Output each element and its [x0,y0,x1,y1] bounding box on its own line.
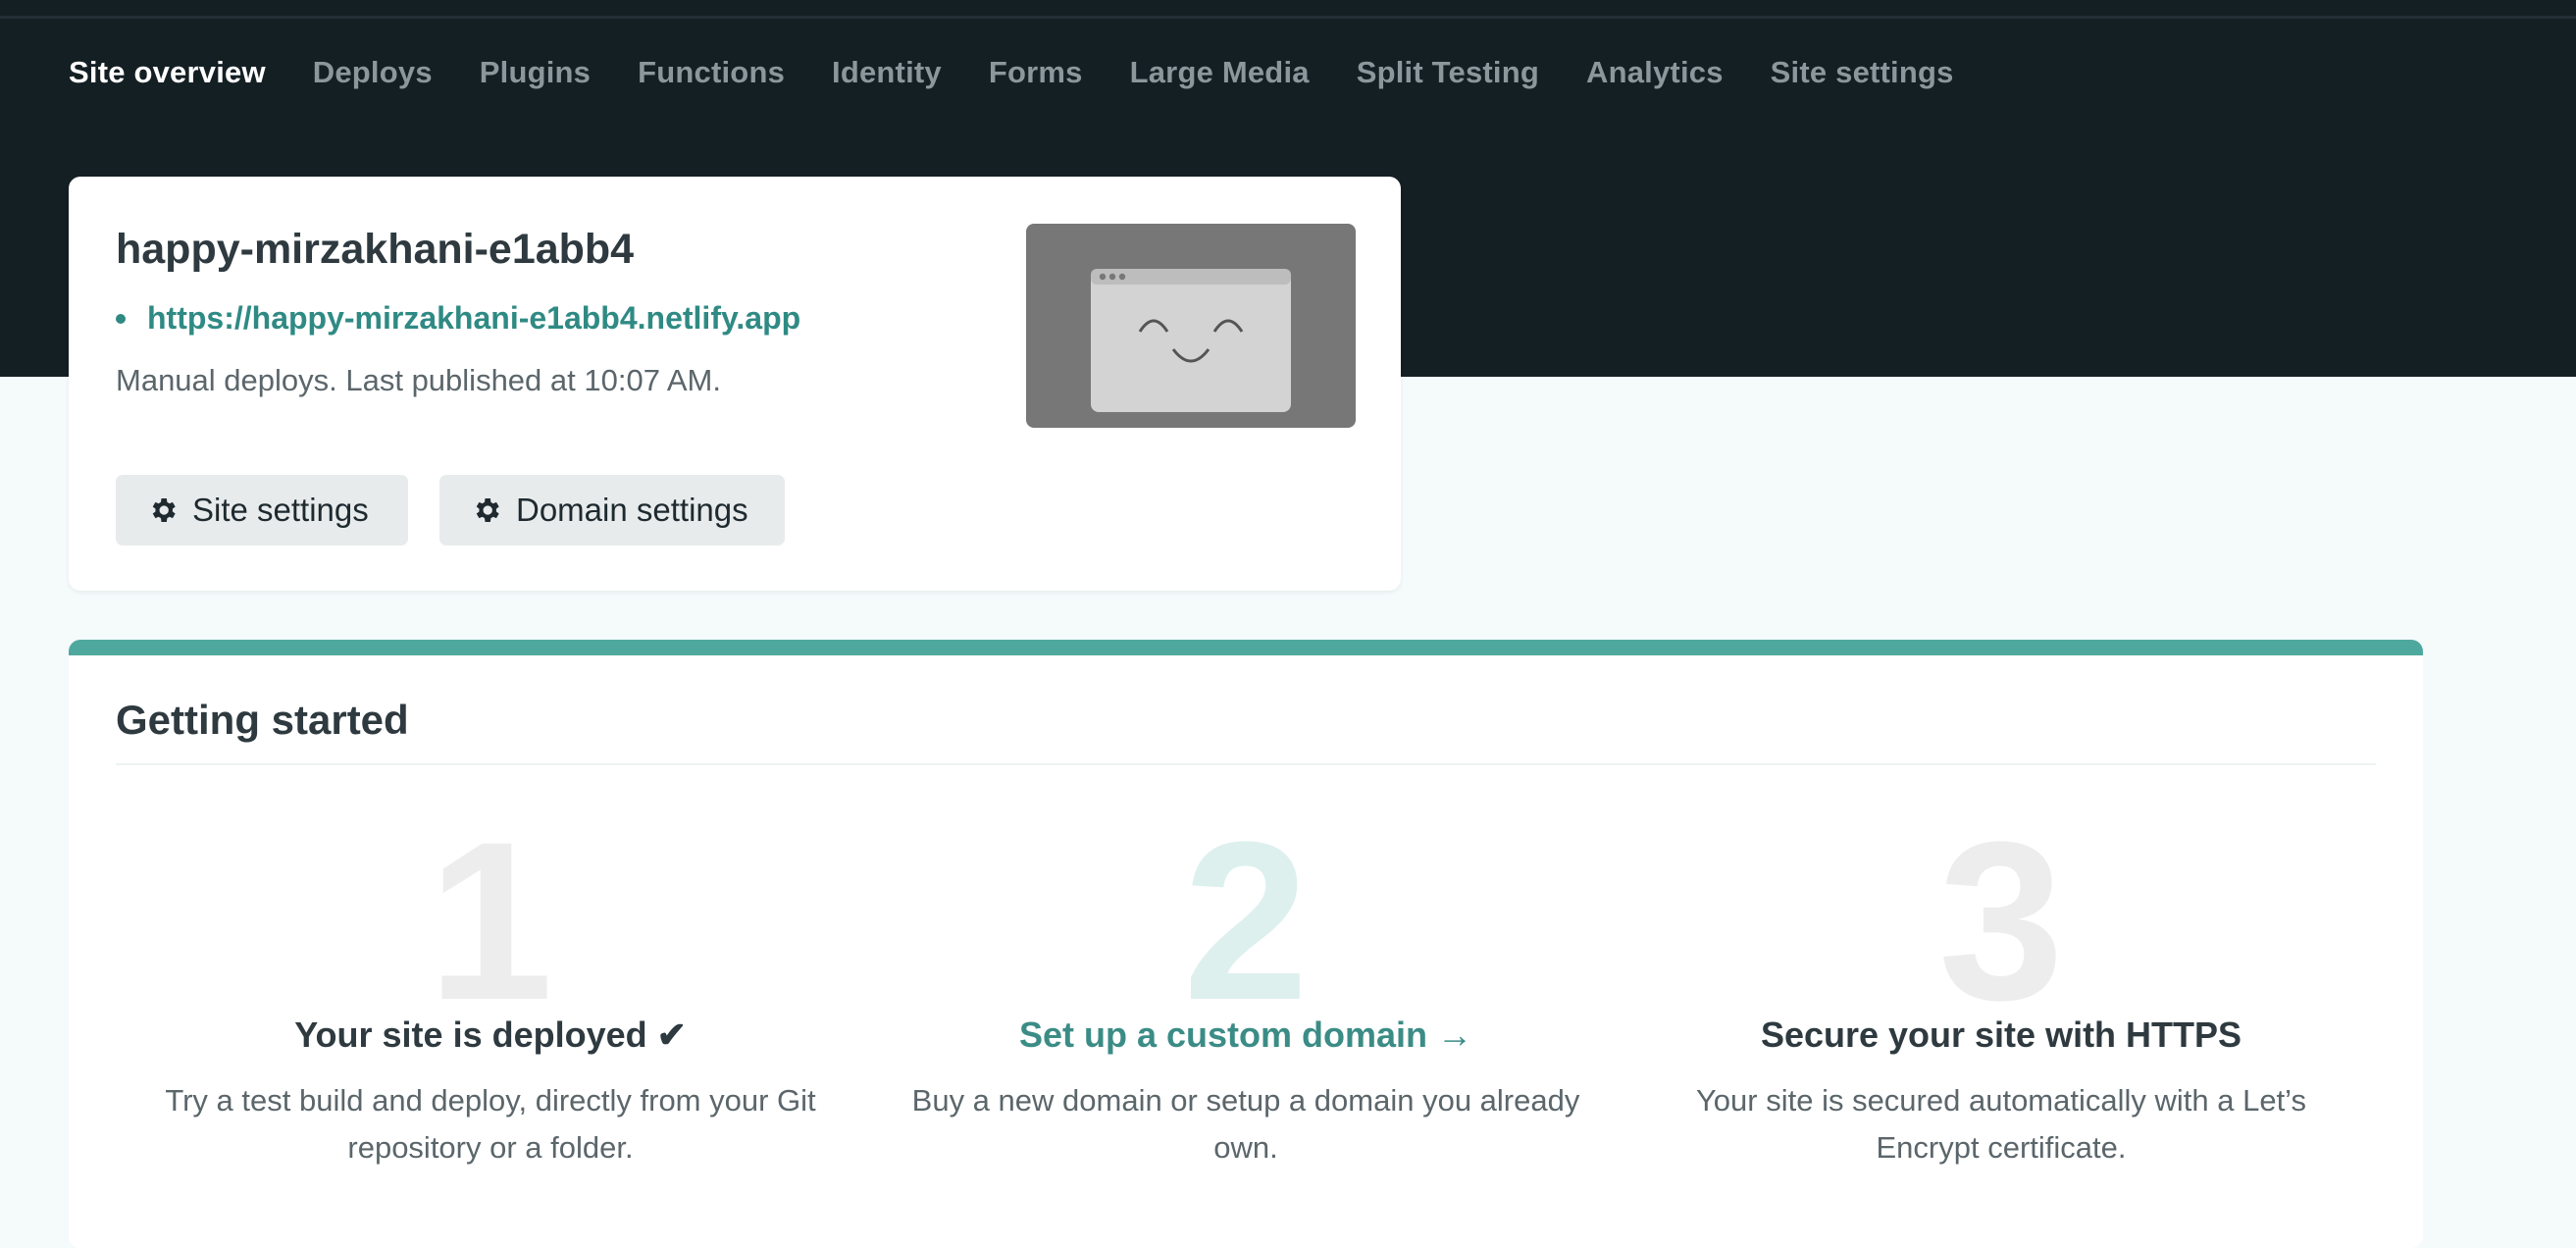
site-preview-thumbnail[interactable] [1026,224,1356,428]
tab-identity[interactable]: Identity [832,55,942,90]
tab-functions[interactable]: Functions [638,55,785,90]
step-number: 1 [428,795,553,1047]
step-description: Buy a new domain or setup a domain you a… [911,1083,1580,1165]
step-title: Your site is deployed ✔ [294,1014,687,1055]
site-url-link[interactable]: https://happy-mirzakhani-e1abb4.netlify.… [147,300,800,337]
site-url-row: https://happy-mirzakhani-e1abb4.netlify.… [116,300,800,337]
tab-analytics[interactable]: Analytics [1586,55,1724,90]
step-number: 3 [1938,795,2064,1047]
getting-started-card: Getting started 1 Your site is deployed … [69,640,2423,1248]
gear-icon [476,498,499,522]
site-card: happy-mirzakhani-e1abb4 https://happy-mi… [69,177,1401,591]
getting-started-title: Getting started [116,697,409,743]
header-divider [0,16,2576,19]
set-up-custom-domain-link[interactable]: Set up a custom domain → [863,1014,1628,1056]
divider [116,763,2376,765]
step-number: 2 [1183,795,1309,1047]
tab-deploys[interactable]: Deploys [313,55,433,90]
tab-site-settings[interactable]: Site settings [1771,55,1954,90]
getting-started-accent-bar [69,640,2423,655]
tab-forms[interactable]: Forms [989,55,1083,90]
deploy-status: Manual deploys. Last published at 10:07 … [116,363,721,397]
step-description: Your site is secured automatically with … [1695,1083,2307,1165]
domain-settings-button[interactable]: Domain settings [439,475,785,546]
gear-icon [152,498,176,522]
step-title: Secure your site with HTTPS [1760,1014,2242,1055]
tab-large-media[interactable]: Large Media [1130,55,1310,90]
site-settings-button-label: Site settings [192,492,369,528]
site-name: happy-mirzakhani-e1abb4 [116,226,635,273]
tab-split-testing[interactable]: Split Testing [1357,55,1539,90]
site-nav: Site overview Deploys Plugins Functions … [69,55,2001,90]
smiling-browser-window-icon [1091,269,1291,412]
step-description: Try a test build and deploy, directly fr… [165,1083,816,1165]
tab-plugins[interactable]: Plugins [480,55,591,90]
status-dot-icon [116,313,126,324]
tab-site-overview[interactable]: Site overview [69,55,266,90]
site-settings-button[interactable]: Site settings [116,475,408,546]
domain-settings-button-label: Domain settings [516,492,748,528]
